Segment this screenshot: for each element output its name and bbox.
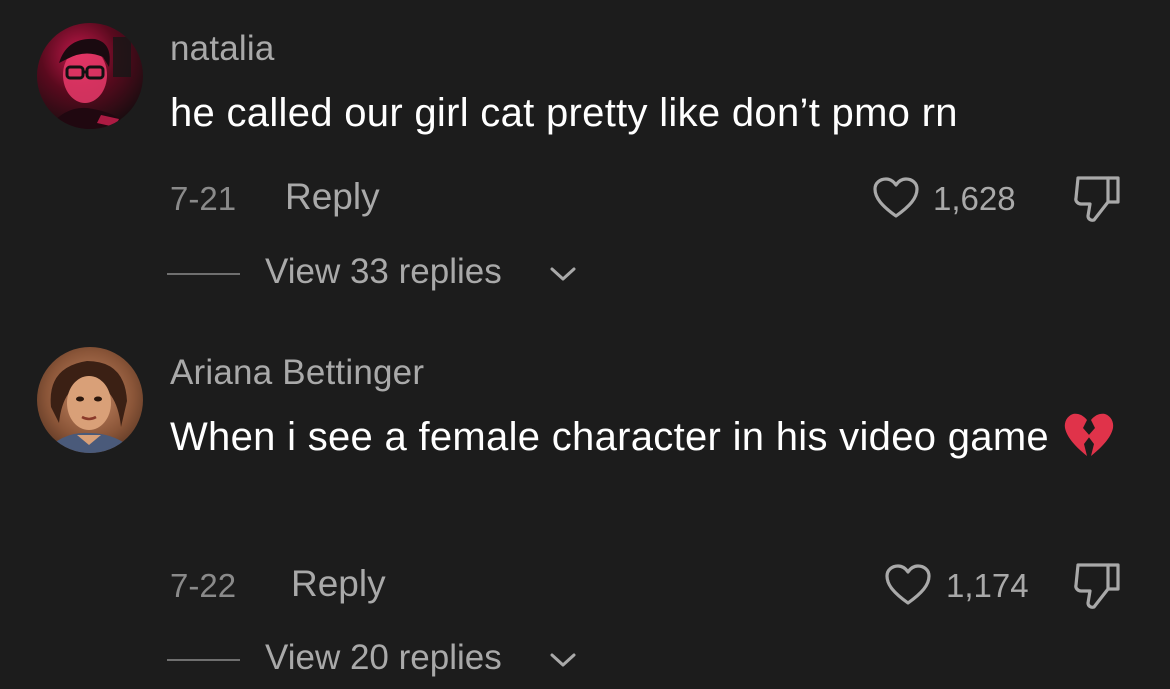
avatar[interactable] [37, 23, 143, 129]
avatar[interactable] [37, 347, 143, 453]
comment-date: 7-22 [170, 567, 237, 604]
view-replies-button[interactable]: View 20 replies [265, 638, 502, 678]
divider [167, 659, 240, 661]
avatar-image [37, 23, 143, 129]
like-count: 1,628 [933, 180, 1016, 217]
thumbs-down-icon[interactable] [1072, 174, 1124, 224]
broken-heart-icon [1063, 412, 1115, 478]
chevron-down-icon[interactable] [548, 650, 578, 670]
chevron-down-icon[interactable] [548, 264, 578, 284]
comment-text-content: When i see a female character in his vid… [170, 415, 1049, 459]
heart-icon [873, 177, 919, 218]
avatar-image [37, 347, 143, 453]
thumbs-down-icon[interactable] [1072, 561, 1124, 611]
comment-username[interactable]: Ariana Bettinger [170, 353, 424, 393]
divider [167, 273, 240, 275]
like-button[interactable]: 1,628 [872, 176, 1032, 220]
comment-text: When i see a female character in his vid… [170, 406, 1130, 478]
like-count: 1,174 [946, 567, 1029, 604]
comment-actions: 7-21 Reply 1,628 [0, 176, 1170, 222]
reply-button[interactable]: Reply [285, 176, 380, 218]
like-button[interactable]: 1,174 [884, 563, 1032, 607]
view-replies-row: View 33 replies [0, 252, 1170, 296]
comment-username[interactable]: natalia [170, 29, 275, 69]
heart-icon [885, 564, 931, 605]
reply-button[interactable]: Reply [291, 563, 386, 605]
view-replies-button[interactable]: View 33 replies [265, 252, 502, 292]
comment-text: he called our girl cat pretty like don’t… [170, 91, 958, 135]
comment-date: 7-21 [170, 180, 237, 217]
comment-actions: 7-22 Reply 1,174 [0, 563, 1170, 609]
view-replies-row: View 20 replies [0, 638, 1170, 682]
